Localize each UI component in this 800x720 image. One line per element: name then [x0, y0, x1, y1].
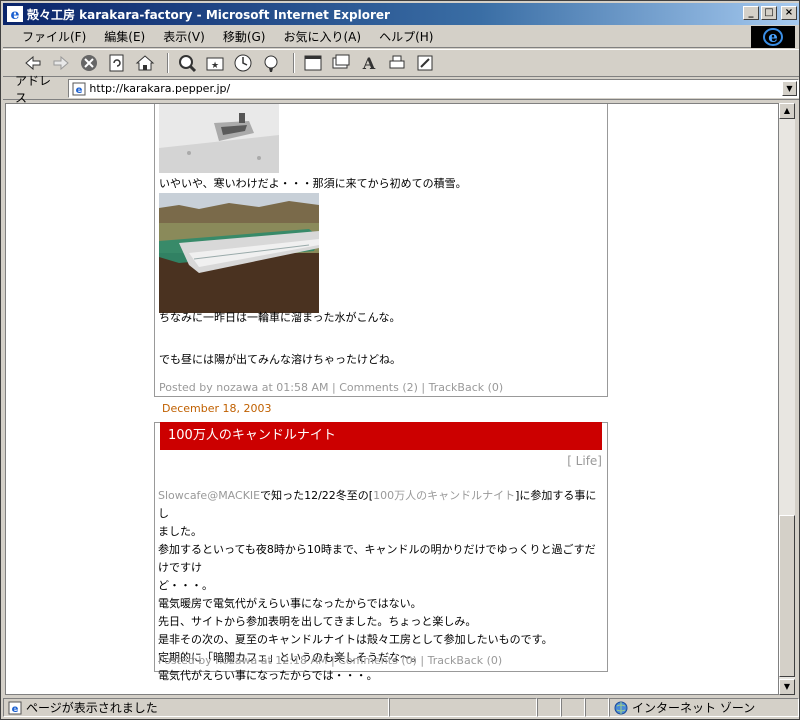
- snow-photo: [159, 104, 279, 173]
- menu-bar: ファイル(F) 編集(E) 表示(V) 移動(G) お気に入り(A) ヘルプ(H…: [3, 26, 753, 48]
- fullscreen-icon[interactable]: [301, 52, 325, 74]
- scroll-down-icon[interactable]: ▼: [779, 679, 795, 695]
- svg-text:★: ★: [211, 61, 219, 71]
- home-icon[interactable]: [133, 52, 157, 74]
- post-line: ました。: [158, 525, 202, 538]
- minimize-button[interactable]: _: [743, 6, 759, 20]
- status-cell-empty: [561, 698, 585, 717]
- post-caption: でも昼には陽が出てみんな溶けちゃったけどね。: [159, 353, 401, 366]
- status-cell-empty: [537, 698, 561, 717]
- posted-by: Posted by nozawa at: [159, 381, 273, 394]
- date-header: December 18, 2003: [162, 402, 272, 415]
- post-footer: Posted by nozawa at 12:18 AM | Comments …: [158, 654, 502, 667]
- font-icon[interactable]: A: [357, 52, 381, 74]
- address-dropdown-icon[interactable]: ▼: [782, 81, 797, 96]
- trackback-link[interactable]: TrackBack (0): [428, 654, 503, 667]
- toolbar-separator: [293, 53, 295, 73]
- status-cell-empty: [585, 698, 609, 717]
- post-caption: ちなみに一昨日は一輪車に溜まった水がこんな。: [159, 311, 401, 324]
- comments-link[interactable]: Comments (2): [339, 381, 418, 394]
- post-line: 電気代がえらい事になったからでは・・・。: [158, 669, 378, 682]
- post-category[interactable]: [ Life]: [567, 454, 602, 468]
- page-icon: e: [72, 82, 86, 96]
- post-line: 是非その次の、夏至のキャンドルナイトは殻々工房として参加したいものです。: [158, 633, 553, 646]
- title-bar[interactable]: e 殻々工房 karakara-factory - Microsoft Inte…: [3, 3, 799, 25]
- menu-file[interactable]: ファイル(F): [13, 28, 95, 45]
- scroll-thumb[interactable]: [779, 515, 795, 677]
- status-cell-empty: [389, 698, 537, 717]
- address-url: http://karakara.pepper.jp/: [89, 82, 231, 95]
- address-input[interactable]: e http://karakara.pepper.jp/ ▼: [68, 79, 799, 98]
- favorites-icon[interactable]: ★: [203, 52, 227, 74]
- permalink-time[interactable]: 01:58 AM: [276, 381, 328, 394]
- menu-go[interactable]: 移動(G): [214, 28, 275, 45]
- svg-text:e: e: [11, 7, 20, 22]
- post-line: ど・・・。: [158, 579, 213, 592]
- menu-view[interactable]: 表示(V): [154, 28, 214, 45]
- zone-text: インターネット ゾーン: [632, 701, 756, 715]
- svg-text:e: e: [768, 28, 778, 46]
- blog-post: いやいや、寒いわけだよ・・・那須に来てから初めての積雪。 ちなみに一昨日は一輪車…: [154, 104, 608, 397]
- edit-icon[interactable]: [413, 52, 437, 74]
- address-bar: アドレス e http://karakara.pepper.jp/ ▼: [3, 74, 799, 105]
- slowcafe-link[interactable]: Slowcafe@MACKIE: [158, 489, 260, 502]
- svg-text:e: e: [76, 85, 83, 96]
- status-cell: e ページが表示されました: [3, 698, 389, 717]
- mail-icon[interactable]: [329, 52, 353, 74]
- post-line: 参加するといっても夜8時から10時まで、キャンドルの明かりだけでゆっくりと過ごす…: [158, 543, 596, 574]
- browser-window: e 殻々工房 karakara-factory - Microsoft Inte…: [0, 0, 800, 720]
- ice-photo: [159, 193, 319, 313]
- channels-icon[interactable]: [259, 52, 283, 74]
- menu-edit[interactable]: 編集(E): [95, 28, 154, 45]
- scroll-up-icon[interactable]: ▲: [779, 103, 795, 119]
- post-footer: Posted by nozawa at 01:58 AM | Comments …: [159, 381, 503, 394]
- footer-separator: |: [330, 654, 335, 667]
- post-line: 電気暖房で電気代がえらい事になったからではない。: [158, 597, 422, 610]
- status-text: ページが表示されました: [26, 701, 158, 715]
- footer-separator: |: [421, 381, 426, 394]
- post-text-span: で知った12/22冬至の[: [260, 489, 374, 502]
- page-viewport: いやいや、寒いわけだよ・・・那須に来てから初めての積雪。 ちなみに一昨日は一輪車…: [5, 103, 779, 695]
- page-done-icon: e: [8, 701, 22, 715]
- comments-link[interactable]: Comments (0): [338, 654, 417, 667]
- permalink-time[interactable]: 12:18 AM: [275, 654, 327, 667]
- ie-logo-icon: e: [7, 6, 23, 22]
- ie-throbber-icon: e: [751, 26, 795, 48]
- posted-by: Posted by nozawa at: [158, 654, 272, 667]
- toolbar-separator: [167, 53, 169, 73]
- footer-separator: |: [331, 381, 336, 394]
- post-caption: いやいや、寒いわけだよ・・・那須に来てから初めての積雪。: [159, 177, 467, 190]
- print-icon[interactable]: [385, 52, 409, 74]
- trackback-link[interactable]: TrackBack (0): [429, 381, 504, 394]
- post-line: 先日、サイトから参加表明を出してきました。ちょっと楽しみ。: [158, 615, 477, 628]
- close-button[interactable]: ×: [781, 6, 797, 20]
- status-bar: e ページが表示されました インターネット ゾーン: [3, 698, 799, 719]
- globe-icon: [614, 701, 628, 714]
- refresh-icon[interactable]: [105, 52, 129, 74]
- svg-text:e: e: [12, 704, 19, 715]
- stop-icon[interactable]: [77, 52, 101, 74]
- post-line: Slowcafe@MACKIEで知った12/22冬至の[100万人のキャンドルナ…: [158, 487, 604, 523]
- menu-favorites[interactable]: お気に入り(A): [274, 28, 370, 45]
- zone-cell: インターネット ゾーン: [609, 698, 799, 717]
- window-title: 殻々工房 karakara-factory - Microsoft Intern…: [27, 7, 390, 22]
- search-icon[interactable]: [175, 52, 199, 74]
- post-title[interactable]: 100万人のキャンドルナイト: [160, 422, 602, 450]
- svg-text:A: A: [362, 54, 376, 73]
- standard-toolbar: ★ A: [3, 49, 799, 77]
- maximize-button[interactable]: □: [761, 6, 777, 20]
- history-icon[interactable]: [231, 52, 255, 74]
- footer-separator: |: [420, 654, 425, 667]
- vertical-scrollbar[interactable]: ▲ ▼: [779, 103, 795, 695]
- menu-help[interactable]: ヘルプ(H): [370, 28, 442, 45]
- candlenight-link[interactable]: 100万人のキャンドルナイト: [373, 489, 515, 502]
- address-label: アドレス: [15, 73, 52, 105]
